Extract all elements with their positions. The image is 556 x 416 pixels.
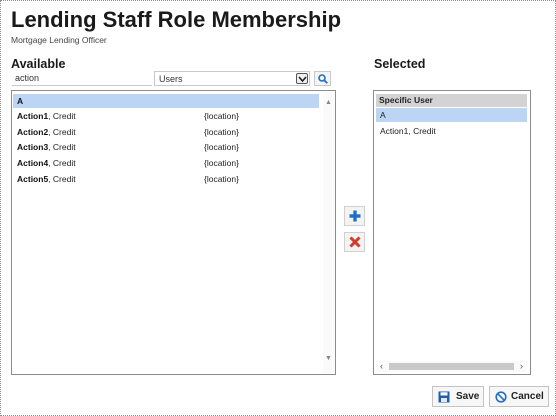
save-label: Save xyxy=(456,391,480,402)
search-icon xyxy=(318,74,328,84)
selected-label: Selected xyxy=(374,57,426,71)
available-list[interactable]: A Action1, Credit {location} Action2, Cr… xyxy=(11,90,336,375)
cancel-icon xyxy=(495,391,507,403)
user-type-select[interactable]: Users xyxy=(154,71,310,86)
list-item[interactable]: A xyxy=(13,94,319,108)
list-item[interactable]: Action1, Credit xyxy=(376,124,527,138)
list-item[interactable]: Action5, Credit {location} xyxy=(13,172,319,186)
selected-scrollbar[interactable]: ‹ › xyxy=(376,361,527,372)
page-title: Lending Staff Role Membership xyxy=(11,7,342,32)
save-button[interactable]: Save xyxy=(432,386,484,407)
selected-column-header: Specific User xyxy=(376,94,527,107)
scroll-left-icon[interactable]: ‹ xyxy=(376,361,387,372)
plus-icon xyxy=(349,210,361,222)
cancel-label: Cancel xyxy=(511,391,544,402)
list-item[interactable]: Action3, Credit {location} xyxy=(13,140,319,154)
available-label: Available xyxy=(11,57,66,71)
add-button[interactable] xyxy=(344,206,365,226)
search-button[interactable] xyxy=(314,71,331,86)
remove-button[interactable] xyxy=(344,232,365,252)
cancel-button[interactable]: Cancel xyxy=(489,386,549,407)
page-subtitle: Mortgage Lending Officer xyxy=(11,35,107,45)
scroll-up-icon[interactable]: ▲ xyxy=(323,97,334,108)
save-icon xyxy=(438,391,450,403)
scroll-down-icon[interactable]: ▼ xyxy=(323,353,334,364)
scroll-right-icon[interactable]: › xyxy=(516,361,527,372)
scroll-thumb[interactable] xyxy=(389,363,514,370)
selected-list[interactable]: Specific User A Action1, Credit ‹ › xyxy=(373,90,531,375)
list-item[interactable]: Action4, Credit {location} xyxy=(13,156,319,170)
search-input[interactable] xyxy=(12,71,152,86)
list-item[interactable]: A xyxy=(376,108,527,122)
list-item[interactable]: Action1, Credit {location} xyxy=(13,109,319,123)
list-item[interactable]: Action2, Credit {location} xyxy=(13,125,319,139)
available-scrollbar[interactable]: ▲ ▼ xyxy=(323,92,334,373)
user-type-value: Users xyxy=(159,74,183,84)
remove-x-icon xyxy=(349,236,361,248)
chevron-down-icon[interactable] xyxy=(296,73,308,84)
